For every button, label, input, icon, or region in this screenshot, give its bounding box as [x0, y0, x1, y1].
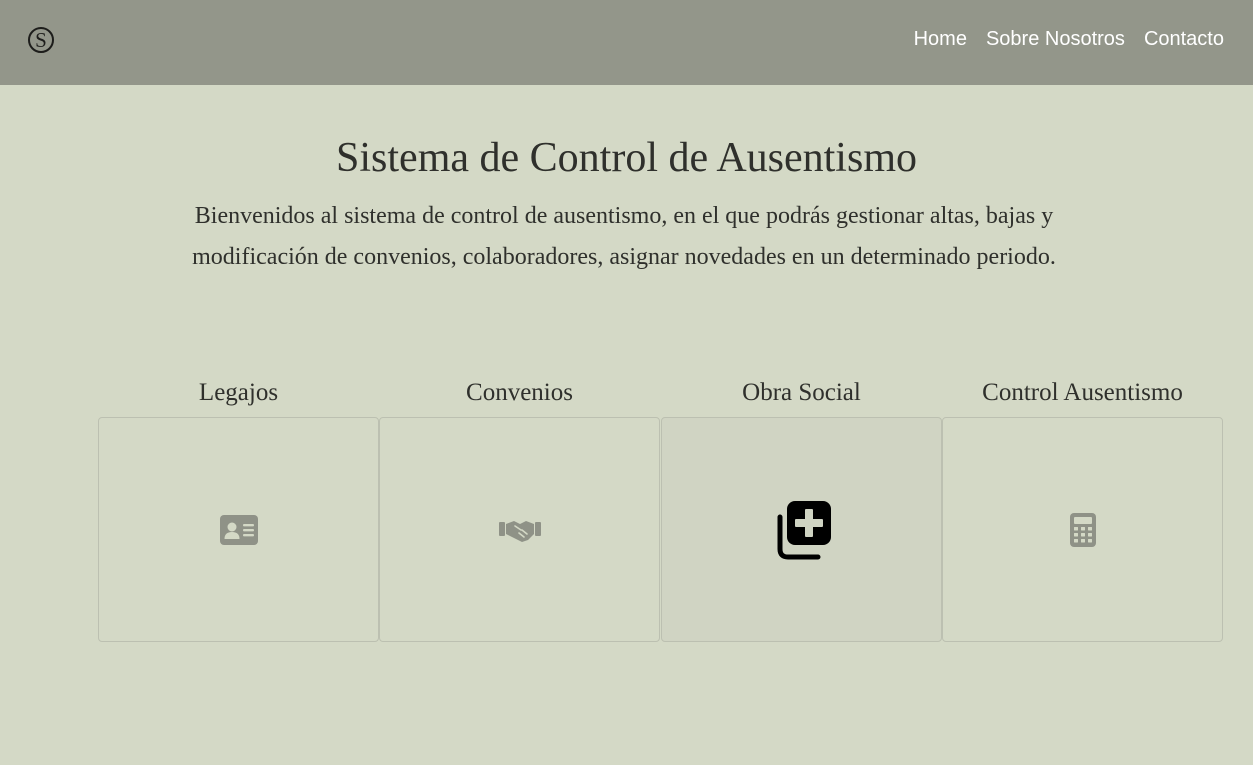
card-label: Obra Social — [742, 379, 861, 406]
obra-social-card-button[interactable] — [661, 417, 942, 642]
intro-line: Bienvenidos al sistema de control de aus… — [194, 203, 1054, 229]
intro-line: modificación de convenios, colaboradores… — [192, 244, 1056, 270]
page-title: Sistema de Control de Ausentismo — [336, 135, 917, 181]
card-convenios: Convenios — [379, 376, 660, 642]
id-card-icon — [219, 514, 258, 545]
card-legajos: Legajos — [98, 376, 379, 642]
intro-text: Bienvenidos al sistema de control de aus… — [124, 196, 1124, 278]
card-label: Legajos — [198, 379, 279, 406]
card-label: Control Ausentismo — [982, 379, 1183, 406]
legajos-card-button[interactable] — [98, 417, 379, 642]
control-ausentismo-card-button[interactable] — [942, 417, 1223, 642]
card-control-ausentismo: Control Ausentismo — [942, 376, 1223, 642]
logo[interactable]: S — [28, 27, 54, 53]
card-label: Convenios — [466, 379, 573, 406]
nav-link-sobre-nosotros[interactable]: Sobre Nosotros — [986, 28, 1125, 51]
convenios-card-button[interactable] — [379, 417, 660, 642]
nav-link-contacto[interactable]: Contacto — [1144, 28, 1224, 51]
medical-plus-icon — [777, 500, 831, 559]
handshake-icon — [498, 520, 541, 542]
card-obra-social: Obra Social — [661, 376, 942, 642]
calculator-icon — [1069, 512, 1096, 547]
nav-link-home[interactable]: Home — [914, 28, 967, 51]
navbar: S Home Sobre Nosotros Contacto — [0, 0, 1253, 85]
nav-links: Home Sobre Nosotros Contacto — [914, 28, 1224, 51]
